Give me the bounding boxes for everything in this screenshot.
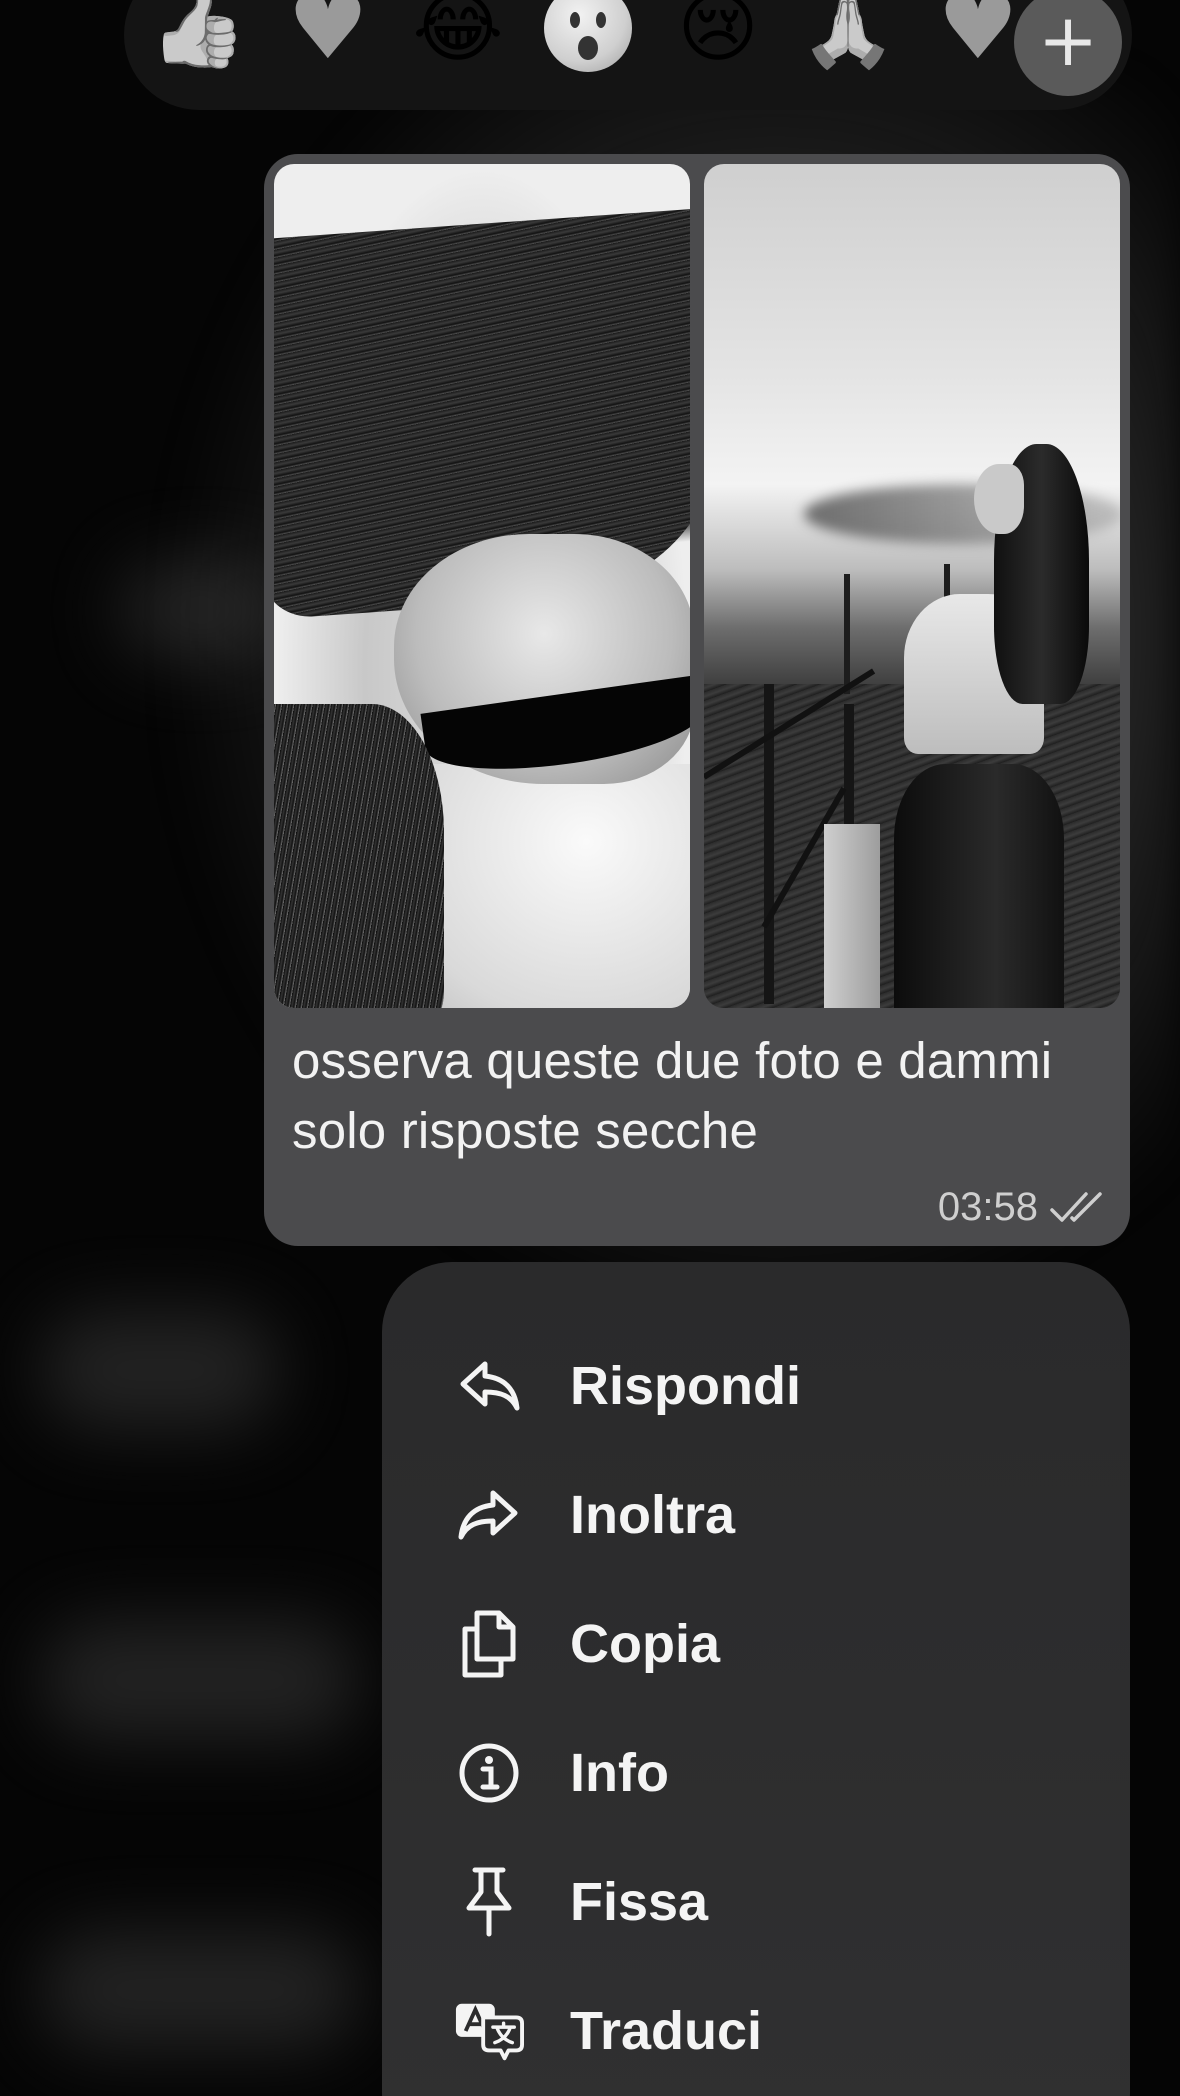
blurred-message-ghost (40, 1620, 360, 1740)
thumbs-up-icon[interactable]: 👍 (148, 0, 248, 76)
blurred-message-ghost (40, 1930, 360, 2050)
praying-hands-icon[interactable]: 🙏 (798, 0, 898, 76)
menu-item-forward-label: Inoltra (570, 1485, 736, 1545)
message-time: 03:58 (937, 1185, 1038, 1229)
menu-item-forward[interactable]: Inoltra (382, 1451, 1130, 1579)
menu-item-copy-label: Copia (570, 1614, 721, 1674)
menu-item-translate[interactable]: Traduci (382, 1967, 1130, 2095)
pin-icon (454, 1867, 524, 1937)
menu-item-copy[interactable]: Copia (382, 1580, 1130, 1708)
menu-item-reply[interactable]: Rispondi (382, 1322, 1130, 1450)
context-menu: Rispondi Inoltra Copia Info Fissa Traduc… (382, 1262, 1130, 2096)
menu-item-info[interactable]: Info (382, 1709, 1130, 1837)
surprised-face-shape (544, 0, 632, 72)
reaction-bar: 👍 ♥ 😂 😢 🙏 ♥ + (124, 0, 1132, 110)
forward-icon (454, 1480, 524, 1550)
translate-icon (454, 1996, 524, 2066)
message-caption: osserva queste due foto e dammi solo ris… (292, 1032, 1053, 1159)
menu-item-pin-label: Fissa (570, 1872, 709, 1932)
double-check-icon (1050, 1191, 1102, 1222)
info-icon (454, 1738, 524, 1808)
add-reaction-button[interactable]: + (1014, 0, 1122, 96)
reply-icon (454, 1351, 524, 1421)
message-meta: 03:58 (938, 1185, 1104, 1230)
menu-item-translate-label: Traduci (570, 2001, 763, 2061)
heart-partial-icon[interactable]: ♥ (928, 0, 1028, 76)
message-context-screen: 👍 ♥ 😂 😢 🙏 ♥ + osserva queste due foto e … (0, 0, 1180, 2096)
photo-attachment-1[interactable] (274, 164, 690, 1008)
surprised-icon[interactable] (538, 0, 638, 76)
photo-attachment-2[interactable] (704, 164, 1120, 1008)
crying-icon[interactable]: 😢 (668, 0, 768, 76)
heart-icon[interactable]: ♥ (278, 0, 378, 76)
message-bubble[interactable]: osserva queste due foto e dammi solo ris… (264, 154, 1130, 1246)
menu-item-reply-label: Rispondi (570, 1356, 801, 1416)
laughing-icon[interactable]: 😂 (408, 0, 508, 76)
menu-item-pin[interactable]: Fissa (382, 1838, 1130, 1966)
copy-icon (454, 1609, 524, 1679)
menu-item-info-label: Info (570, 1743, 669, 1803)
